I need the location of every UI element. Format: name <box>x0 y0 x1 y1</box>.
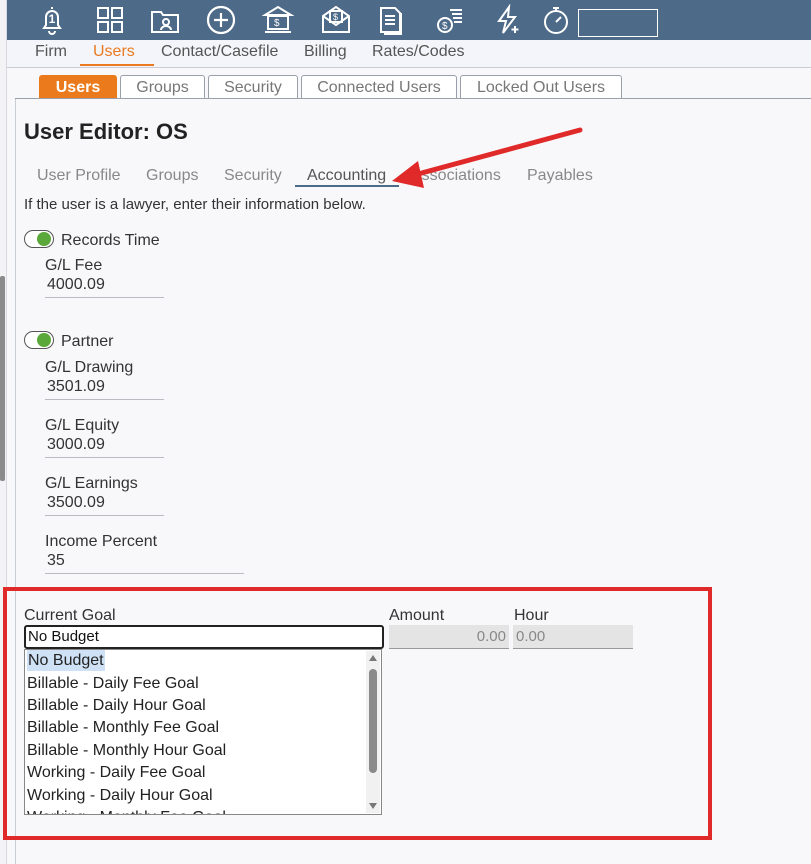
partner-label: Partner <box>61 333 114 350</box>
subtabs-baseline <box>15 98 811 99</box>
gl-drawing-label: G/L Drawing <box>45 359 134 376</box>
dashboard-icon[interactable] <box>93 3 127 37</box>
gl-drawing-field[interactable]: 3501.09 <box>45 376 164 400</box>
tab-payables[interactable]: Payables <box>527 167 593 185</box>
bank-icon[interactable]: $ <box>261 3 295 37</box>
tab-accounting[interactable]: Accounting <box>307 167 386 185</box>
gl-earnings-field[interactable]: 3500.09 <box>45 492 164 516</box>
gl-fee-label: G/L Fee <box>45 257 103 274</box>
timer-icon[interactable] <box>539 3 573 37</box>
main-menu: Firm Users Contact/Casefile Billing Rate… <box>7 40 811 68</box>
partner-toggle[interactable] <box>24 331 54 349</box>
tab-groups[interactable]: Groups <box>120 75 205 99</box>
menu-item-users[interactable]: Users <box>93 43 135 61</box>
top-toolbar: 1 $ $ $ <box>7 0 811 40</box>
page-title: User Editor: OS <box>24 119 188 144</box>
svg-text:$: $ <box>333 12 338 22</box>
quick-entry-icon[interactable] <box>490 3 524 37</box>
menu-item-rates-codes[interactable]: Rates/Codes <box>372 43 465 61</box>
page-scrollbar[interactable] <box>0 276 5 481</box>
alarm-bell-icon[interactable]: 1 <box>35 3 69 37</box>
contact-folder-icon[interactable] <box>148 3 182 37</box>
tab-editor-security[interactable]: Security <box>224 167 282 185</box>
tab-user-profile[interactable]: User Profile <box>37 167 121 185</box>
active-tab-underline <box>295 185 399 187</box>
notification-count: 1 <box>48 12 56 26</box>
records-time-label: Records Time <box>61 232 160 249</box>
search-input[interactable] <box>578 9 658 37</box>
menu-item-contact-casefile[interactable]: Contact/Casefile <box>161 43 278 61</box>
menu-item-billing[interactable]: Billing <box>304 43 347 61</box>
payment-icon[interactable]: $ <box>433 3 467 37</box>
tab-associations[interactable]: Associations <box>411 167 501 185</box>
menu-active-underline <box>80 64 154 66</box>
toggle-knob <box>37 232 51 246</box>
records-time-toggle[interactable] <box>24 230 54 248</box>
tab-security[interactable]: Security <box>208 75 298 99</box>
tab-connected-users[interactable]: Connected Users <box>301 75 457 99</box>
tab-locked-out-users[interactable]: Locked Out Users <box>460 75 622 99</box>
gl-equity-field[interactable]: 3000.09 <box>45 434 164 458</box>
add-circle-icon[interactable] <box>204 3 238 37</box>
gl-earnings-label: G/L Earnings <box>45 475 138 492</box>
lawyer-hint-text: If the user is a lawyer, enter their inf… <box>24 196 366 213</box>
svg-text:$: $ <box>442 21 448 32</box>
tab-editor-groups[interactable]: Groups <box>146 167 198 185</box>
income-percent-label: Income Percent <box>45 533 158 550</box>
menu-item-firm[interactable]: Firm <box>35 43 67 61</box>
mail-invoice-icon[interactable]: $ <box>319 3 353 37</box>
documents-icon[interactable] <box>374 3 408 37</box>
gl-fee-field[interactable]: 4000.09 <box>45 274 164 298</box>
toggle-knob <box>37 333 51 347</box>
gl-equity-label: G/L Equity <box>45 417 120 434</box>
svg-text:$: $ <box>274 18 280 29</box>
tab-users[interactable]: Users <box>39 75 117 99</box>
highlight-box <box>3 587 712 840</box>
income-percent-field[interactable]: 35 <box>45 550 244 574</box>
